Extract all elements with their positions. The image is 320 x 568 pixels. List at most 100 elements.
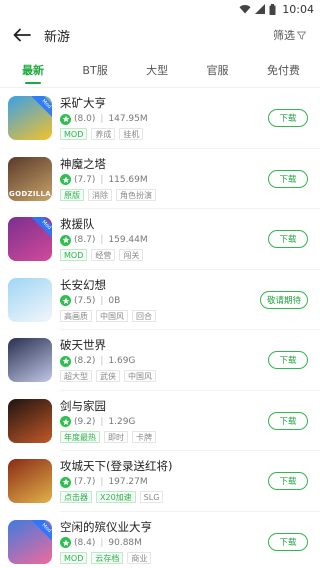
game-tags: 高画质 中国风 回合: [60, 309, 254, 322]
game-tag: 角色扮演: [116, 188, 156, 201]
game-size: 147.95M: [108, 114, 148, 125]
game-name[interactable]: 救援队: [60, 217, 262, 231]
game-rating: (8.7): [74, 235, 96, 246]
game-name[interactable]: 采矿大亨: [60, 96, 262, 110]
game-icon[interactable]: [8, 398, 52, 443]
game-name[interactable]: 长安幻想: [60, 278, 254, 292]
separator: |: [100, 537, 104, 548]
game-size: 1.69G: [108, 356, 136, 367]
game-icon[interactable]: GODZILLA: [8, 156, 52, 201]
battery-icon: [269, 3, 276, 15]
game-info: 救援队 (8.7) | 159.44M MOD 经营 闯关: [60, 217, 262, 262]
star-icon: [60, 234, 71, 246]
game-rating: (7.5): [74, 295, 96, 306]
status-bar: 10:04: [0, 0, 320, 18]
game-tag: 经营: [91, 249, 116, 262]
game-tag: MOD: [60, 551, 88, 564]
game-tag: MOD: [60, 128, 88, 141]
filter-icon: [297, 31, 306, 40]
game-info: 空闲的殡仪业大亨 (8.4) | 90.88M MOD 云存档 商业: [60, 520, 262, 564]
game-meta: (9.2) | 1.29G: [60, 416, 262, 428]
game-icon[interactable]: Mod: [8, 519, 52, 564]
list-item[interactable]: Mod 采矿大亨 (8.0) | 147.95M MOD 养成 挂机 下载: [0, 88, 320, 149]
game-name[interactable]: 破天世界: [60, 338, 262, 352]
game-tag: 回合: [132, 309, 156, 322]
game-size: 90.88M: [108, 537, 142, 548]
filter-button[interactable]: 筛选: [273, 27, 306, 43]
game-info: 神魔之塔 (7.7) | 115.69M 原版 消除 角色扮演: [60, 157, 262, 201]
game-meta: (8.2) | 1.69G: [60, 355, 262, 367]
game-rating: (8.4): [74, 537, 96, 548]
star-icon: [60, 355, 71, 367]
separator: |: [100, 174, 104, 185]
game-info: 破天世界 (8.2) | 1.69G 超大型 武侠 中国风: [60, 338, 262, 383]
game-icon-text: GODZILLA: [9, 189, 51, 198]
game-tag: 消除: [88, 188, 112, 201]
tab-2[interactable]: 大型: [146, 54, 168, 86]
mod-corner-badge: Mod: [31, 217, 52, 241]
back-button[interactable]: [10, 23, 34, 47]
list-item[interactable]: 剑与家园 (9.2) | 1.29G 年度最热 即时 卡牌 下载: [0, 391, 320, 452]
game-name[interactable]: 攻城天下(登录送红将): [60, 459, 262, 473]
game-rating: (9.2): [74, 416, 96, 427]
preorder-button[interactable]: 敬请期待: [259, 290, 308, 309]
page-title: 新游: [44, 29, 71, 45]
download-button[interactable]: 下载: [268, 230, 308, 249]
mod-corner-badge: Mod: [31, 96, 52, 120]
game-tag: 高画质: [60, 309, 92, 322]
game-tag: 中国风: [124, 370, 156, 383]
game-tag: 原版: [60, 188, 84, 201]
game-tags: MOD 经营 闯关: [60, 249, 262, 262]
tab-1[interactable]: BT服: [82, 54, 107, 86]
arrow-left-icon: [13, 28, 31, 42]
tab-4[interactable]: 免付费: [267, 54, 300, 86]
game-icon[interactable]: [8, 277, 52, 322]
game-meta: (8.7) | 159.44M: [60, 234, 262, 246]
download-button[interactable]: 下载: [268, 472, 308, 491]
game-tag: 闯关: [119, 249, 144, 262]
tab-0[interactable]: 最新: [22, 54, 44, 86]
list-item[interactable]: Mod 救援队 (8.7) | 159.44M MOD 经营 闯关 下载: [0, 209, 320, 270]
game-meta: (7.7) | 115.69M: [60, 174, 262, 186]
download-button[interactable]: 下载: [268, 109, 308, 128]
game-tag: X20加速: [96, 491, 136, 504]
game-tag: 卡牌: [132, 430, 156, 443]
list-item[interactable]: 长安幻想 (7.5) | 0B 高画质 中国风 回合 敬请期待: [0, 270, 320, 331]
game-tag: 养成: [91, 128, 116, 141]
game-info: 攻城天下(登录送红将) (7.7) | 197.27M 点击器 X20加速 SLG: [60, 459, 262, 504]
star-icon: [60, 174, 71, 186]
download-button[interactable]: 下载: [268, 532, 308, 551]
game-size: 159.44M: [108, 235, 148, 246]
game-name[interactable]: 神魔之塔: [60, 157, 262, 171]
star-icon: [60, 416, 71, 428]
game-icon[interactable]: [8, 338, 52, 383]
download-button[interactable]: 下载: [268, 411, 308, 430]
list-item[interactable]: GODZILLA 神魔之塔 (7.7) | 115.69M 原版 消除 角色扮演 下载: [0, 149, 320, 210]
list-item[interactable]: 攻城天下(登录送红将) (7.7) | 197.27M 点击器 X20加速 SLG 下载: [0, 451, 320, 512]
game-size: 197.27M: [108, 477, 148, 488]
game-icon[interactable]: Mod: [8, 217, 52, 262]
game-tag: 即时: [104, 430, 128, 443]
game-icon[interactable]: [8, 459, 52, 504]
game-tag: 商业: [127, 551, 152, 564]
signal-icon: [255, 4, 266, 14]
list-item[interactable]: 破天世界 (8.2) | 1.69G 超大型 武侠 中国风 下载: [0, 330, 320, 391]
game-name[interactable]: 空闲的殡仪业大亨: [60, 520, 262, 534]
app-header: 新游 筛选: [0, 18, 320, 52]
tab-3[interactable]: 官服: [207, 54, 229, 86]
separator: |: [100, 114, 104, 125]
game-name[interactable]: 剑与家园: [60, 399, 262, 413]
game-icon[interactable]: Mod: [8, 96, 52, 141]
separator: |: [100, 477, 104, 488]
game-tags: MOD 养成 挂机: [60, 128, 262, 141]
game-list: Mod 采矿大亨 (8.0) | 147.95M MOD 养成 挂机 下载 GODZILLA 神魔之…: [0, 88, 320, 568]
star-icon: [60, 476, 71, 488]
game-tags: 原版 消除 角色扮演: [60, 188, 262, 201]
download-button[interactable]: 下载: [268, 169, 308, 188]
game-info: 采矿大亨 (8.0) | 147.95M MOD 养成 挂机: [60, 96, 262, 141]
game-rating: (8.0): [74, 114, 96, 125]
list-item[interactable]: Mod 空闲的殡仪业大亨 (8.4) | 90.88M MOD 云存档 商业 下载: [0, 512, 320, 568]
download-button[interactable]: 下载: [268, 351, 308, 370]
star-icon: [60, 537, 71, 549]
wifi-icon: [239, 5, 251, 14]
